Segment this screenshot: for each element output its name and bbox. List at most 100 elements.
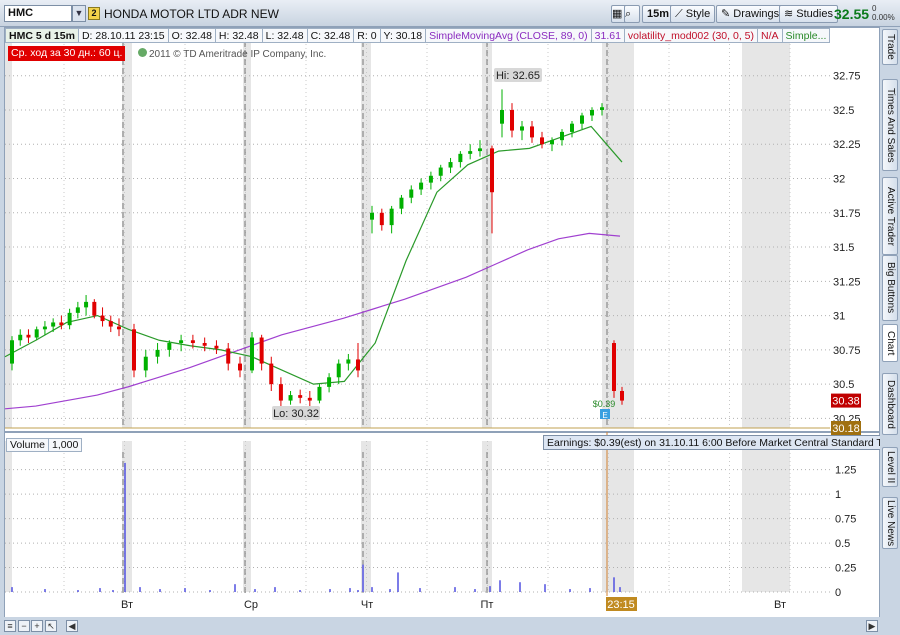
candle-body bbox=[590, 109, 594, 116]
price-tick-label: 31.25 bbox=[833, 276, 861, 288]
scroll-left-icon[interactable]: ◀ bbox=[66, 620, 78, 632]
drag-icon[interactable]: ≡ bbox=[4, 620, 16, 632]
candle-body bbox=[458, 153, 463, 163]
candle-body bbox=[132, 329, 136, 371]
tab-dashboard[interactable]: Dashboard bbox=[882, 373, 898, 435]
candle-body bbox=[202, 343, 207, 346]
tab-chart[interactable]: Chart bbox=[882, 324, 898, 362]
candle-body bbox=[620, 390, 624, 401]
candle-body bbox=[84, 301, 89, 308]
candle-body bbox=[419, 182, 424, 190]
candle-body bbox=[238, 363, 242, 371]
candle-body bbox=[490, 148, 494, 193]
price-tick-label: 31 bbox=[833, 311, 845, 323]
high-readout: H: 32.48 bbox=[214, 28, 263, 43]
candle-body bbox=[500, 109, 504, 124]
price-tick-label: 32.75 bbox=[833, 71, 861, 83]
open-readout: O: 32.48 bbox=[167, 28, 216, 43]
x-axis-label: Вт bbox=[774, 599, 786, 611]
candle-body bbox=[356, 359, 360, 371]
zoom-out-icon[interactable]: − bbox=[18, 620, 30, 632]
off-hours-band bbox=[5, 32, 12, 428]
candle-body bbox=[288, 395, 293, 401]
tab-live-news[interactable]: Live News bbox=[882, 497, 898, 549]
tab-times-and-sales[interactable]: Times And Sales bbox=[882, 79, 898, 171]
off-hours-band bbox=[243, 32, 251, 428]
candle-body bbox=[438, 167, 443, 176]
candle-body bbox=[108, 321, 113, 327]
sma89-line bbox=[4, 232, 621, 410]
candle-body bbox=[307, 397, 312, 401]
off-hours-band bbox=[742, 32, 790, 428]
avg-volume-tag: Ср. ход за 30 дн.: 60 ц. bbox=[8, 46, 126, 61]
candle-body bbox=[250, 337, 254, 371]
candle-body bbox=[409, 189, 414, 198]
low-readout: L: 32.48 bbox=[261, 28, 308, 43]
chart-info-row: HMC 5 d 15m D: 28.10.11 23:15 O: 32.48 H… bbox=[5, 28, 831, 44]
price-axis-tag-label: 30.38 bbox=[832, 396, 860, 408]
candle-body bbox=[399, 197, 404, 209]
candle-body bbox=[269, 363, 274, 385]
volume-panel-label: Volume 1,000 bbox=[6, 438, 83, 452]
candle-body bbox=[346, 359, 351, 364]
candle-body bbox=[34, 329, 39, 338]
x-axis-label: Вт bbox=[121, 599, 133, 611]
tab-active-trader[interactable]: Active Trader bbox=[882, 177, 898, 255]
candle-body bbox=[327, 377, 332, 387]
x-axis-label: Ср bbox=[244, 599, 258, 611]
close-readout: C: 32.48 bbox=[306, 28, 355, 43]
volume-tick-label: 0.5 bbox=[835, 538, 850, 550]
candle-body bbox=[560, 131, 564, 141]
tab-big-buttons[interactable]: Big Buttons bbox=[882, 255, 898, 321]
time-cursor-label: 23:15 bbox=[607, 599, 635, 611]
ma-green-line bbox=[4, 125, 623, 385]
tab-trade[interactable]: Trade bbox=[882, 29, 898, 65]
candle-body bbox=[278, 384, 283, 401]
hi-marker-label: Hi: 32.65 bbox=[496, 70, 540, 82]
volume-unit: 1,000 bbox=[48, 438, 83, 452]
copyright-icon bbox=[138, 48, 147, 57]
price-chart[interactable]: 32.75 32.5 32.25 32 31.75 31.5 31.25 31 30.75 30.… bbox=[0, 0, 900, 635]
price-tick-label: 32.5 bbox=[833, 105, 854, 117]
off-hours-band bbox=[742, 441, 790, 592]
price-tick-label: 31.75 bbox=[833, 208, 861, 220]
off-hours-band bbox=[5, 441, 12, 592]
tab-level-ii[interactable]: Level II bbox=[882, 447, 898, 487]
candle-body bbox=[510, 109, 514, 131]
lo-marker-label: Lo: 30.32 bbox=[273, 408, 319, 420]
candle-body bbox=[51, 322, 56, 327]
sma-study-label[interactable]: SimpleMovingAvg (CLOSE, 89, 0) bbox=[425, 28, 592, 43]
volume-tick-label: 0.75 bbox=[835, 514, 856, 526]
candle-body bbox=[100, 315, 105, 322]
candle-body bbox=[143, 356, 148, 371]
simple-study-label[interactable]: Simple... bbox=[781, 28, 831, 43]
candle-body bbox=[155, 349, 160, 357]
bottom-toolbar bbox=[0, 617, 880, 635]
zoom-in-icon[interactable]: + bbox=[31, 620, 43, 632]
scroll-right-icon[interactable]: ▶ bbox=[866, 620, 878, 632]
y-readout: Y: 30.18 bbox=[379, 28, 427, 43]
volume-tick-label: 0.25 bbox=[835, 563, 856, 575]
sma-study-value: 31.61 bbox=[590, 28, 625, 43]
candle-body bbox=[317, 386, 322, 401]
candle-body bbox=[540, 137, 544, 145]
copyright-notice: 2011 © TD Ameritrade IP Company, Inc. bbox=[138, 48, 326, 60]
candle-body bbox=[26, 334, 31, 338]
candle-body bbox=[612, 343, 616, 391]
range-readout: R: 0 bbox=[353, 28, 381, 43]
off-hours-band bbox=[243, 441, 251, 592]
candle-body bbox=[600, 107, 604, 110]
right-side-tabs: Trade Times And Sales Active Trader Big … bbox=[880, 27, 900, 635]
candle-body bbox=[75, 307, 80, 313]
candle-body bbox=[92, 301, 97, 316]
volume-label[interactable]: Volume bbox=[6, 438, 50, 452]
candle-body bbox=[59, 322, 64, 326]
candle-body bbox=[468, 151, 473, 154]
candle-body bbox=[530, 126, 534, 138]
price-tick-label: 31.5 bbox=[833, 242, 854, 254]
candle-body bbox=[117, 326, 121, 330]
candle-body bbox=[42, 326, 47, 330]
volatility-study-label[interactable]: volatility_mod002 (30, 0, 5) bbox=[623, 28, 758, 43]
chart-id[interactable]: HMC 5 d 15m bbox=[5, 28, 79, 43]
cursor-icon[interactable]: ↖ bbox=[45, 620, 57, 632]
